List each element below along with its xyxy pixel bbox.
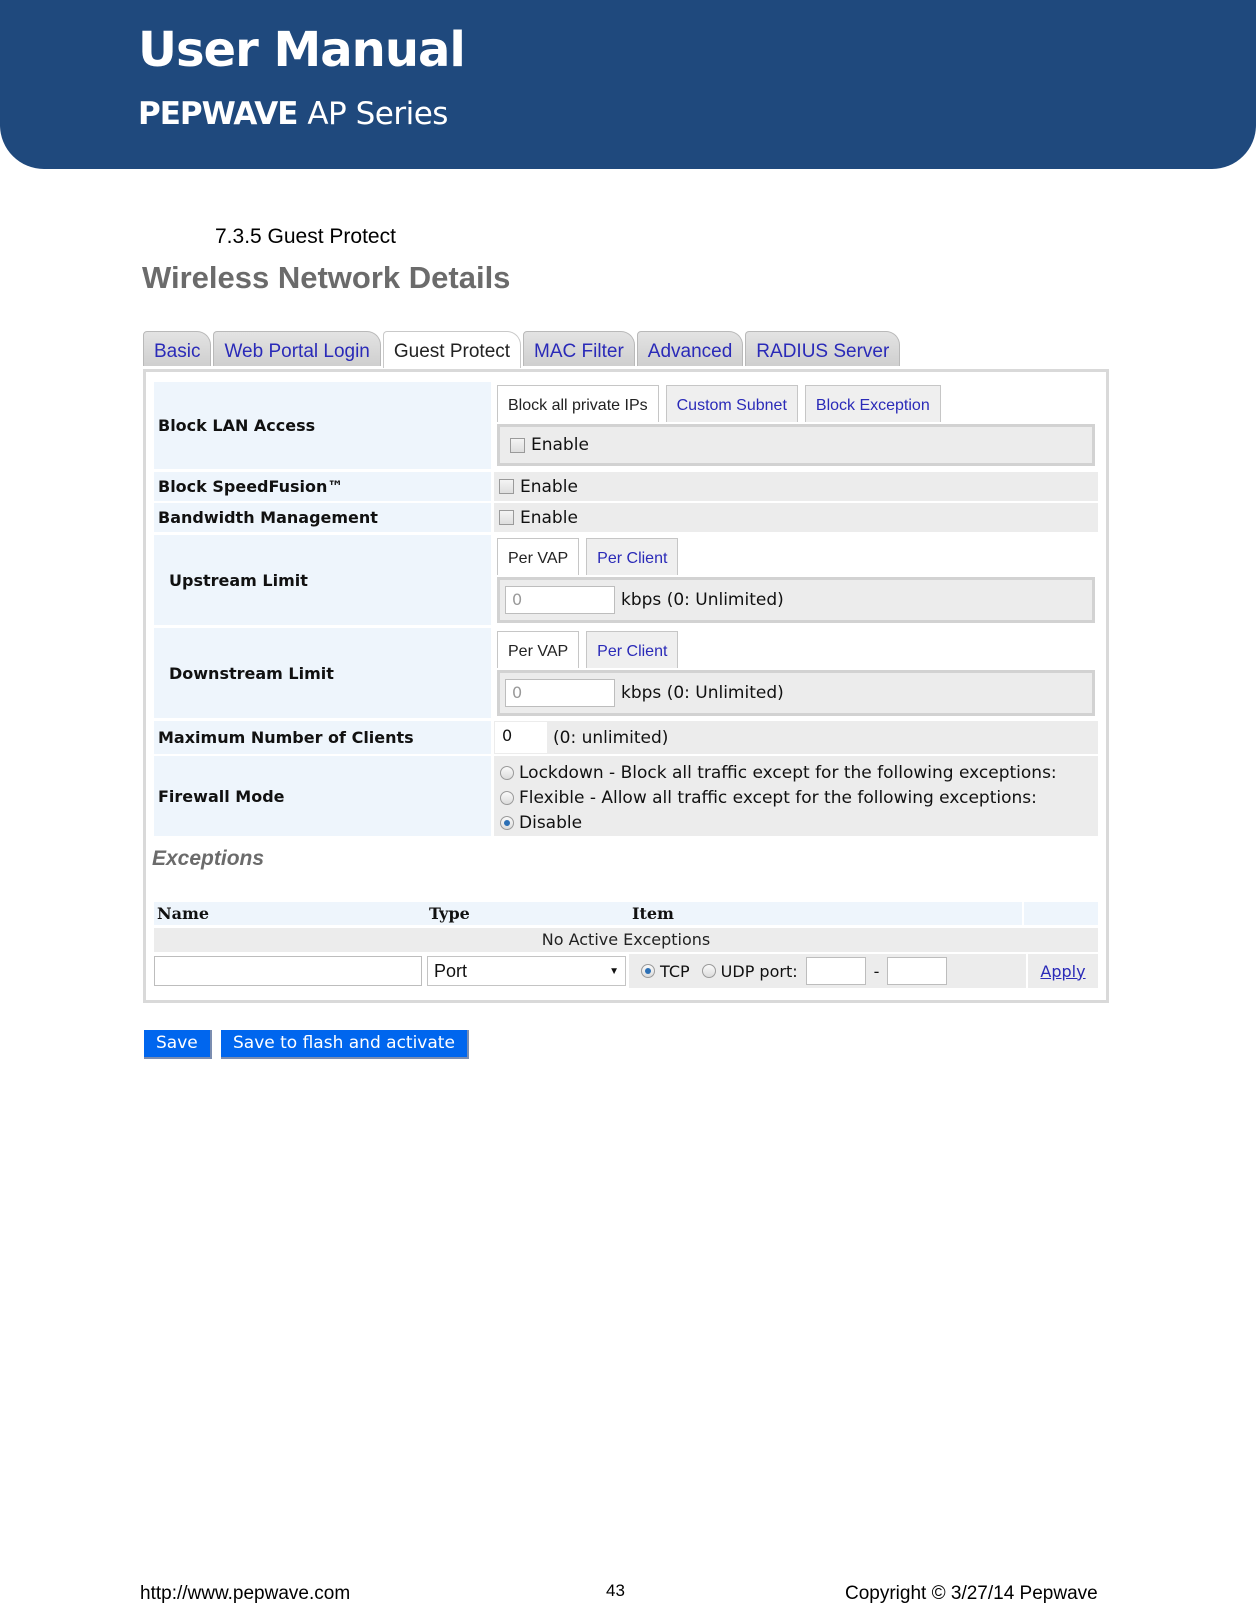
udp-radio[interactable] — [701, 964, 716, 978]
bandwidth-management-row: Bandwidth Management Enable — [154, 503, 1098, 532]
max-clients-input[interactable]: 0 — [495, 722, 547, 753]
firewall-mode-row: Firewall Mode Lockdown - Block all traff… — [154, 756, 1098, 836]
upstream-limit-row: Upstream Limit Per VAP Per Client 0 kbps… — [154, 535, 1098, 625]
tab-radius-server[interactable]: RADIUS Server — [745, 331, 901, 366]
subtab-block-exception[interactable]: Block Exception — [804, 385, 941, 422]
upstream-unit-label: kbps (0: Unlimited) — [621, 590, 784, 610]
guest-protect-panel: Block LAN Access Block all private IPs C… — [143, 369, 1109, 1003]
downstream-subtab-per-vap[interactable]: Per VAP — [497, 631, 580, 668]
upstream-limit-label: Upstream Limit — [154, 535, 491, 625]
udp-label: UDP port: — [720, 961, 798, 981]
column-type: Type — [429, 904, 470, 923]
block-speedfusion-checkbox[interactable] — [499, 479, 514, 494]
column-name: Name — [157, 904, 210, 923]
footer-url: http://www.pepwave.com — [140, 1583, 351, 1604]
tcp-label: TCP — [660, 961, 690, 981]
tab-guest-protect[interactable]: Guest Protect — [382, 331, 522, 368]
max-clients-row: Maximum Number of Clients 0 (0: unlimite… — [154, 721, 1098, 754]
no-exceptions-message: No Active Exceptions — [154, 928, 1098, 952]
subtab-custom-subnet[interactable]: Custom Subnet — [665, 385, 798, 422]
page-title: Wireless Network Details — [142, 260, 511, 295]
tab-bar: Basic Web Portal Login Guest Protect MAC… — [143, 331, 902, 368]
upstream-subtab-per-vap[interactable]: Per VAP — [497, 538, 580, 575]
tab-web-portal-login[interactable]: Web Portal Login — [213, 331, 381, 366]
port-separator: - — [873, 961, 880, 981]
page-number: 43 — [606, 1581, 625, 1600]
tcp-radio[interactable] — [641, 964, 655, 978]
bandwidth-management-label: Bandwidth Management — [154, 503, 491, 532]
firewall-option-disable[interactable]: Disable — [500, 811, 1098, 836]
disable-radio[interactable] — [500, 816, 514, 830]
exception-type-select[interactable]: Port ▼ — [427, 956, 626, 986]
max-clients-hint: (0: unlimited) — [553, 727, 669, 748]
column-item: Item — [632, 904, 674, 923]
upstream-subtab-per-client[interactable]: Per Client — [586, 538, 679, 575]
port-from-input[interactable] — [805, 957, 866, 985]
block-lan-enable-checkbox[interactable] — [510, 437, 525, 453]
product-series: PEPWAVE AP Series — [138, 96, 448, 132]
new-exception-row: Port ▼ TCP UDP port: - Apply — [154, 954, 1098, 988]
brand-logo: PEPWAVE — [138, 96, 298, 132]
upstream-limit-input[interactable]: 0 — [505, 586, 615, 614]
manual-title: User Manual — [138, 22, 466, 78]
max-clients-label: Maximum Number of Clients — [154, 721, 491, 754]
downstream-subtab-per-client[interactable]: Per Client — [586, 631, 679, 668]
series-label: AP Series — [307, 96, 448, 132]
exceptions-table-header: Name Type Item — [154, 902, 1098, 925]
firewall-mode-label: Firewall Mode — [154, 756, 491, 836]
block-lan-subtabs: Block all private IPs Custom Subnet Bloc… — [497, 385, 948, 422]
downstream-unit-label: kbps (0: Unlimited) — [621, 683, 784, 703]
chevron-down-icon: ▼ — [609, 965, 619, 977]
save-button[interactable]: Save — [144, 1030, 212, 1059]
exception-name-input[interactable] — [154, 956, 422, 986]
header-banner: User Manual PEPWAVE AP Series — [0, 0, 1256, 169]
exceptions-title: Exceptions — [152, 847, 265, 870]
lockdown-radio[interactable] — [500, 766, 514, 780]
block-lan-row: Block LAN Access Block all private IPs C… — [154, 382, 1098, 469]
block-lan-label: Block LAN Access — [154, 382, 491, 469]
flexible-radio[interactable] — [500, 791, 514, 805]
section-heading: 7.3.5 Guest Protect — [215, 225, 396, 248]
block-speedfusion-row: Block SpeedFusion™ Enable — [154, 472, 1098, 501]
firewall-option-lockdown[interactable]: Lockdown - Block all traffic except for … — [500, 761, 1098, 786]
bandwidth-management-enable-label: Enable — [520, 507, 578, 528]
bandwidth-management-checkbox[interactable] — [499, 510, 514, 525]
footer-copyright: Copyright © 3/27/14 Pepwave — [845, 1583, 1098, 1604]
apply-link[interactable]: Apply — [1040, 962, 1085, 981]
tab-advanced[interactable]: Advanced — [636, 331, 744, 366]
block-speedfusion-label: Block SpeedFusion™ — [154, 472, 491, 501]
downstream-limit-row: Downstream Limit Per VAP Per Client 0 kb… — [154, 628, 1098, 718]
tab-mac-filter[interactable]: MAC Filter — [523, 331, 635, 366]
tab-basic[interactable]: Basic — [143, 331, 212, 366]
downstream-limit-label: Downstream Limit — [154, 628, 491, 718]
downstream-limit-input[interactable]: 0 — [505, 679, 615, 707]
block-lan-enable-label: Enable — [531, 435, 589, 455]
block-speedfusion-enable-label: Enable — [520, 476, 578, 497]
port-to-input[interactable] — [887, 957, 948, 985]
firewall-option-flexible[interactable]: Flexible - Allow all traffic except for … — [500, 786, 1098, 811]
save-to-flash-button[interactable]: Save to flash and activate — [221, 1030, 469, 1059]
subtab-block-all-private-ips[interactable]: Block all private IPs — [497, 385, 659, 422]
